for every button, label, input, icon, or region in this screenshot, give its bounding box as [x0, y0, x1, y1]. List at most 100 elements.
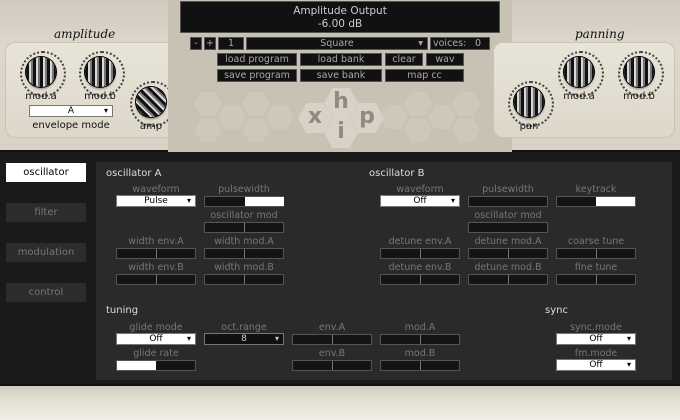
envelope-mode-select[interactable]: A [29, 105, 113, 117]
wav-button[interactable]: wav [426, 53, 464, 66]
glide-rate-slider[interactable] [116, 360, 196, 371]
tab-oscillator[interactable]: oscillator [6, 163, 86, 182]
slider-center-tick [420, 335, 421, 344]
fine-tune-label: fine tune [574, 262, 618, 273]
width-mod-a-slider[interactable] [204, 248, 284, 259]
amp-mod-b-label: mod.b [84, 91, 116, 102]
tuning-title: tuning [106, 305, 139, 316]
load-bank-button[interactable]: load bank [300, 53, 382, 66]
glide-rate-fill [117, 361, 156, 370]
program-name: Square [320, 38, 354, 49]
save-bank-button[interactable]: save bank [300, 69, 382, 82]
voices-label: voices: [433, 38, 467, 49]
amp-mod-a-knob[interactable] [20, 51, 66, 97]
slider-center-tick [596, 275, 597, 284]
display-line-1: Amplitude Output [293, 5, 387, 17]
tuning-mod-a-slider[interactable] [380, 334, 460, 345]
clear-button[interactable]: clear [385, 53, 423, 66]
tuning-mod-b-slider[interactable] [380, 360, 460, 371]
hex-decoration [452, 118, 480, 142]
header: amplitude mod.a mod.b A envelope mode am… [0, 0, 680, 152]
hex-decoration [194, 92, 222, 116]
load-program-button[interactable]: load program [217, 53, 297, 66]
hex-decoration [404, 92, 432, 116]
panning-title: panning [575, 27, 625, 41]
chevron-down-icon: ▾ [418, 38, 423, 49]
amplitude-panel: mod.a mod.b A envelope mode amp [5, 42, 190, 138]
pan-mod-a-knob[interactable] [558, 51, 604, 97]
hex-decoration [242, 118, 270, 142]
panning-panel: mod.a mod.b pan [493, 42, 675, 138]
slider-center-tick [244, 275, 245, 284]
program-name-select[interactable]: Square ▾ [246, 37, 428, 50]
osc-a-oscillator-mod-slider[interactable] [204, 222, 284, 233]
tab-control[interactable]: control [6, 283, 86, 302]
detune-env-a-label: detune env.A [388, 236, 452, 247]
width-mod-b-label: width mod.B [214, 262, 274, 273]
hex-decoration [266, 105, 294, 129]
pan-knob[interactable] [508, 81, 554, 127]
amp-knob[interactable] [130, 81, 176, 127]
fm-mode-select[interactable]: Off [556, 359, 636, 371]
oscillator-page: oscillator A waveform Pulse pulsewidth o… [96, 162, 672, 380]
osc-a-pulsewidth-label: pulsewidth [218, 184, 270, 195]
coarse-tune-slider[interactable] [556, 248, 636, 259]
tab-filter[interactable]: filter [6, 203, 86, 222]
section-nav: oscillator filter modulation control [0, 154, 94, 384]
tab-modulation[interactable]: modulation [6, 243, 86, 262]
fine-tune-slider[interactable] [556, 274, 636, 285]
pulsewidth-fill [245, 197, 284, 206]
tuning-mod-b-label: mod.B [404, 348, 436, 359]
osc-b-waveform-select[interactable]: Off [380, 195, 460, 207]
hex-decoration [380, 105, 408, 129]
osc-a-oscillator-mod-label: oscillator mod [210, 210, 278, 221]
slider-center-tick [420, 275, 421, 284]
amp-mod-b-knob[interactable] [79, 51, 125, 97]
glide-mode-label: glide mode [129, 322, 183, 333]
osc-b-pulsewidth-slider[interactable] [468, 196, 548, 207]
width-env-a-label: width env.A [128, 236, 184, 247]
detune-env-b-slider[interactable] [380, 274, 460, 285]
slider-center-tick [596, 249, 597, 258]
center-panel: Amplitude Output -6.00 dB - + 1 Square ▾… [168, 0, 512, 152]
pan-mod-b-knob[interactable] [618, 51, 664, 97]
keytrack-slider[interactable] [556, 196, 636, 207]
detune-mod-b-slider[interactable] [468, 274, 548, 285]
pan-mod-a-label: mod.a [563, 91, 595, 102]
osc-b-oscillator-mod-slider[interactable] [468, 222, 548, 233]
width-mod-b-slider[interactable] [204, 274, 284, 285]
sync-mode-select[interactable]: Off [556, 333, 636, 345]
slider-center-tick [332, 361, 333, 370]
pan-mod-b-label: mod.b [623, 91, 655, 102]
keytrack-label: keytrack [575, 184, 617, 195]
program-prev-button[interactable]: - [190, 37, 202, 50]
tuning-env-b-label: env.B [318, 348, 346, 359]
oct-range-select[interactable]: 8 [204, 333, 284, 345]
glide-rate-label: glide rate [133, 348, 179, 359]
fm-mode-label: fm.mode [574, 348, 618, 359]
slider-center-tick [508, 275, 509, 284]
detune-env-a-slider[interactable] [380, 248, 460, 259]
keytrack-fill [596, 197, 635, 206]
osc-a-waveform-select[interactable]: Pulse [116, 195, 196, 207]
tuning-env-a-slider[interactable] [292, 334, 372, 345]
voices-value: 0 [475, 38, 482, 49]
program-next-button[interactable]: + [204, 37, 216, 50]
hex-decoration [428, 105, 456, 129]
width-env-b-slider[interactable] [116, 274, 196, 285]
slider-center-tick [156, 249, 157, 258]
osc-a-waveform-label: waveform [132, 184, 180, 195]
width-env-a-slider[interactable] [116, 248, 196, 259]
osc-a-pulsewidth-slider[interactable] [204, 196, 284, 207]
width-mod-a-label: width mod.A [214, 236, 274, 247]
slider-center-tick [156, 275, 157, 284]
glide-mode-select[interactable]: Off [116, 333, 196, 345]
amp-mod-a-label: mod.a [25, 91, 57, 102]
save-program-button[interactable]: save program [217, 69, 297, 82]
hex-decoration [404, 118, 432, 142]
sync-mode-label: sync.mode [570, 322, 622, 333]
map-cc-button[interactable]: map cc [385, 69, 464, 82]
slider-center-tick [420, 249, 421, 258]
tuning-env-b-slider[interactable] [292, 360, 372, 371]
detune-mod-a-slider[interactable] [468, 248, 548, 259]
